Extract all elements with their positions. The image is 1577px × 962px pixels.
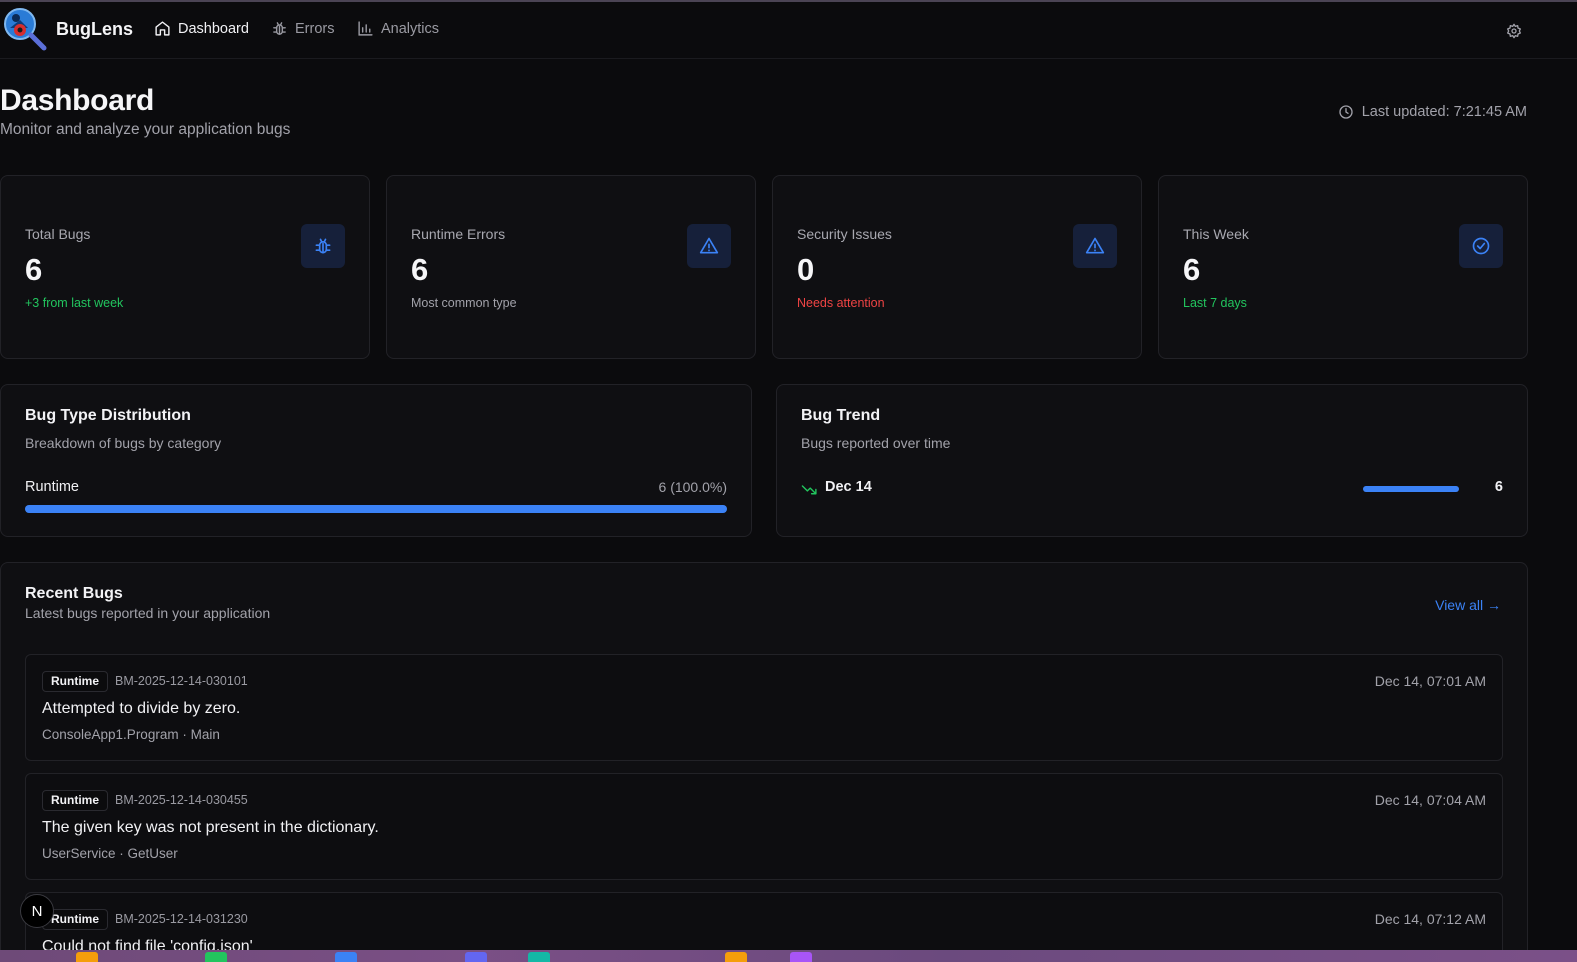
bug-source: ConsoleApp1.Program · Main <box>42 727 220 742</box>
bug-id: BM-2025-12-14-031230 <box>115 912 248 926</box>
stat-card-this-week: This Week 6 Last 7 days <box>1158 175 1528 359</box>
trend-date: Dec 14 <box>825 479 872 495</box>
bug-id: BM-2025-12-14-030455 <box>115 793 248 807</box>
bug-type-badge: Runtime <box>42 671 108 692</box>
bug-type-distribution-panel: Bug Type Distribution Breakdown of bugs … <box>0 384 752 537</box>
trend-bar-fill <box>1363 486 1459 492</box>
warning-triangle-icon <box>1085 237 1105 254</box>
taskbar-app-icon[interactable] <box>528 952 550 962</box>
taskbar-app-icon[interactable] <box>465 952 487 962</box>
stat-label: Total Bugs <box>25 226 91 242</box>
home-icon <box>155 21 170 36</box>
bug-time: Dec 14, 07:04 AM <box>1374 792 1486 808</box>
os-taskbar <box>0 950 1577 962</box>
top-navbar: BugLens Dashboard Errors Analytics <box>0 2 1577 59</box>
clock-icon <box>1339 105 1353 119</box>
stat-value: 6 <box>1183 252 1201 287</box>
last-updated-text: Last updated: 7:21:45 AM <box>1361 104 1527 120</box>
stat-label: This Week <box>1183 226 1249 242</box>
trend-row: Dec 14 6 <box>801 479 1503 499</box>
bug-message: The given key was not present in the dic… <box>42 819 379 836</box>
bug-source: UserService · GetUser <box>42 846 178 861</box>
taskbar-app-icon[interactable] <box>205 952 227 962</box>
distribution-bar-fill <box>25 505 727 513</box>
stat-value: 6 <box>25 252 43 287</box>
trending-down-icon <box>801 485 817 495</box>
bug-type-badge: Runtime <box>42 790 108 811</box>
app-name[interactable]: BugLens <box>56 19 133 40</box>
stat-icon-box <box>687 224 731 268</box>
trend-value: 6 <box>1494 479 1503 495</box>
bug-time: Dec 14, 07:12 AM <box>1374 911 1486 927</box>
nextjs-dev-badge[interactable]: N <box>20 894 54 928</box>
panel-title: Bug Trend <box>801 407 881 424</box>
gear-icon[interactable] <box>1506 23 1522 39</box>
trend-bar-track <box>1363 486 1459 492</box>
stat-value: 6 <box>411 252 429 287</box>
panel-title: Bug Type Distribution <box>25 407 191 424</box>
stat-icon-box <box>301 224 345 268</box>
panel-subtitle: Latest bugs reported in your application <box>25 605 271 621</box>
nav-analytics-label: Analytics <box>381 20 440 37</box>
stat-label: Runtime Errors <box>411 226 506 242</box>
bug-time: Dec 14, 07:01 AM <box>1374 673 1486 689</box>
stat-value: 0 <box>797 252 815 287</box>
panel-title: Recent Bugs <box>25 585 123 602</box>
taskbar-app-icon[interactable] <box>790 952 812 962</box>
warning-triangle-icon <box>699 237 719 254</box>
panel-subtitle: Breakdown of bugs by category <box>25 435 222 451</box>
stat-note: +3 from last week <box>25 296 124 310</box>
stat-icon-box <box>1073 224 1117 268</box>
distribution-label: Runtime <box>25 479 79 495</box>
page-title: Dashboard <box>0 84 154 117</box>
distribution-count: 6 (100.0%) <box>658 479 727 495</box>
taskbar-app-icon[interactable] <box>76 952 98 962</box>
stat-note: Last 7 days <box>1183 296 1247 310</box>
bug-icon <box>273 22 286 35</box>
last-updated: Last updated: 7:21:45 AM <box>1338 104 1527 120</box>
bug-list-item[interactable]: Runtime BM-2025-12-14-030101 Dec 14, 07:… <box>25 654 1503 761</box>
check-circle-icon <box>1472 237 1490 255</box>
panel-subtitle: Bugs reported over time <box>801 435 951 451</box>
bug-list-item[interactable]: Runtime BM-2025-12-14-030455 Dec 14, 07:… <box>25 773 1503 880</box>
stat-card-runtime-errors: Runtime Errors 6 Most common type <box>386 175 756 359</box>
nav-errors-label: Errors <box>295 20 335 37</box>
nav-dashboard[interactable]: Dashboard <box>154 20 249 37</box>
stat-note: Needs attention <box>797 296 885 310</box>
nav-analytics[interactable]: Analytics <box>357 20 439 37</box>
view-all-link[interactable]: View all → <box>1435 597 1501 613</box>
bug-id: BM-2025-12-14-030101 <box>115 674 248 688</box>
nav-dashboard-label: Dashboard <box>178 20 249 37</box>
distribution-bar-track <box>25 505 727 513</box>
stat-label: Security Issues <box>797 226 892 242</box>
stat-card-security-issues: Security Issues 0 Needs attention <box>772 175 1142 359</box>
stat-card-total-bugs: Total Bugs 6 +3 from last week <box>0 175 370 359</box>
nav-errors[interactable]: Errors <box>271 20 334 37</box>
bug-trend-panel: Bug Trend Bugs reported over time Dec 14… <box>776 384 1528 537</box>
bug-icon <box>315 238 331 254</box>
buglens-logo[interactable] <box>2 6 48 52</box>
taskbar-app-icon[interactable] <box>725 952 747 962</box>
stat-note: Most common type <box>411 296 517 310</box>
bar-chart-icon <box>358 21 373 36</box>
page-subtitle: Monitor and analyze your application bug… <box>0 121 291 138</box>
stat-icon-box <box>1459 224 1503 268</box>
bug-message: Attempted to divide by zero. <box>42 700 241 717</box>
recent-bugs-panel: Recent Bugs Latest bugs reported in your… <box>0 562 1528 962</box>
taskbar-app-icon[interactable] <box>335 952 357 962</box>
